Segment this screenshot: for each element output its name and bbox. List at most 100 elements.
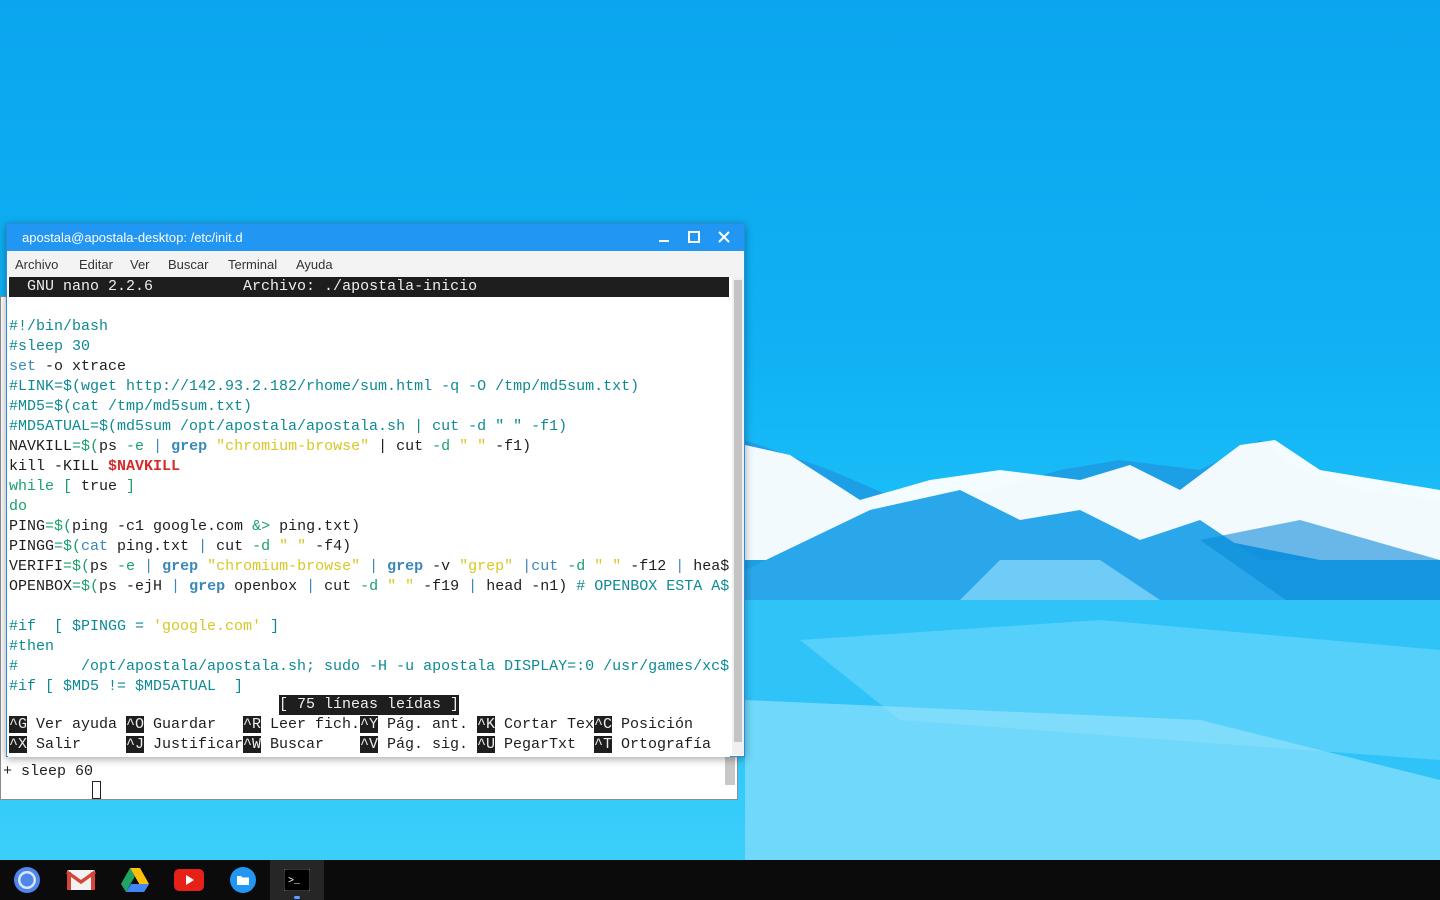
- shortcut-salir[interactable]: ^X Salir: [9, 735, 81, 755]
- files-icon[interactable]: [227, 864, 259, 896]
- code-token: -d: [252, 538, 271, 555]
- code-token: head -n1): [477, 578, 577, 595]
- nano-editor[interactable]: GNU nano 2.2.6 Archivo: ./apostala-inici…: [8, 277, 730, 757]
- shortcut-key: ^Y: [360, 716, 379, 733]
- shortcut-key: ^J: [126, 736, 145, 753]
- code-token: -d: [360, 578, 379, 595]
- code-token: PING: [9, 518, 46, 535]
- menu-editar[interactable]: Editar: [79, 257, 113, 272]
- shortcut-guardar[interactable]: ^O Guardar: [126, 715, 216, 735]
- shortcut-buscar[interactable]: ^W Buscar: [243, 735, 324, 755]
- code-line: do: [9, 498, 28, 515]
- terminal-icon-label: >_: [288, 876, 301, 887]
- code-line: VERIFI=$(ps -e | grep "chromium-browse" …: [9, 557, 729, 577]
- youtube-icon[interactable]: [173, 864, 205, 896]
- shortcut-justificar[interactable]: ^J Justificar: [126, 735, 243, 755]
- code-token: =$(: [63, 558, 91, 575]
- menu-terminal[interactable]: Terminal: [228, 257, 277, 272]
- shortcut-label: Ver ayuda: [36, 716, 118, 733]
- shortcut-ver-ayuda[interactable]: ^G Ver ayuda: [9, 715, 117, 735]
- close-button[interactable]: [713, 226, 735, 248]
- shortcut-cortar-texto[interactable]: ^K Cortar Tex: [477, 715, 594, 735]
- nano-version: GNU nano 2.2.6: [9, 278, 154, 295]
- maximize-icon: [688, 231, 700, 243]
- code-token: |: [675, 558, 685, 575]
- menu-ver[interactable]: Ver: [130, 257, 150, 272]
- shortcut-pagina-anterior[interactable]: ^Y Pág. ant.: [360, 715, 468, 735]
- code-line: PING=$(ping -c1 google.com &> ping.txt): [9, 517, 360, 537]
- shortcut-label: Cortar Tex: [504, 716, 595, 733]
- code-token: while: [9, 478, 55, 495]
- code-line: PINGG=$(cat ping.txt | cut -d " " -f4): [9, 537, 351, 557]
- code-line: #MD5ATUAL=$(md5sum /opt/apostala/apostal…: [9, 418, 568, 435]
- code-token: ping -c1 google.com: [72, 518, 253, 535]
- terminal-window[interactable]: apostala@apostala-desktop: /etc/init.d A…: [6, 223, 745, 757]
- shortcut-label: Ortografía: [621, 736, 712, 753]
- code-token: 'google.com': [153, 618, 262, 635]
- shortcut-ortografia[interactable]: ^T Ortografía: [594, 735, 711, 755]
- code-token: " ": [270, 538, 307, 555]
- code-token: -e: [117, 558, 136, 575]
- terminal-icon[interactable]: >_: [281, 864, 313, 896]
- menu-archivo[interactable]: Archivo: [15, 257, 58, 272]
- code-line: kill -KILL $NAVKILL: [9, 457, 180, 477]
- code-token: openbox: [225, 578, 307, 595]
- running-indicator: [294, 896, 300, 899]
- code-token: cut: [207, 538, 253, 555]
- code-token: cut: [315, 578, 361, 595]
- code-token: |: [198, 538, 208, 555]
- code-token: ps: [90, 558, 118, 575]
- code-token: NAVKILL: [9, 438, 73, 455]
- title-bar[interactable]: apostala@apostala-desktop: /etc/init.d: [7, 224, 744, 251]
- gmail-icon[interactable]: [65, 864, 97, 896]
- shortcut-key: ^W: [243, 736, 262, 753]
- scrollbar-thumb[interactable]: [734, 280, 742, 742]
- code-token: |: [144, 438, 172, 455]
- code-token: -d: [432, 438, 451, 455]
- code-token: =$(: [54, 538, 82, 555]
- code-token: -f12: [621, 558, 676, 575]
- shortcut-posicion[interactable]: ^C Posición: [594, 715, 693, 735]
- taskbar: >_: [0, 860, 1440, 900]
- code-token: |: [306, 578, 316, 595]
- code-token: -v: [423, 558, 460, 575]
- code-line: # /opt/apostala/apostala.sh; sudo -H -u …: [9, 658, 730, 675]
- shortcut-leer-fichero[interactable]: ^R Leer fich.: [243, 715, 360, 735]
- code-token: |: [468, 578, 478, 595]
- code-token: [: [54, 478, 82, 495]
- code-token: grep: [171, 438, 208, 455]
- scrollbar-thumb[interactable]: [725, 755, 735, 785]
- minimize-button[interactable]: [653, 226, 675, 248]
- code-token: -d: [567, 558, 586, 575]
- shortcut-label: Posición: [621, 716, 694, 733]
- code-token: -f4): [306, 538, 352, 555]
- code-token: =$(: [72, 578, 100, 595]
- code-token: PINGG: [9, 538, 55, 555]
- shortcut-key: ^C: [594, 716, 613, 733]
- code-token: kill -KILL: [9, 458, 109, 475]
- menu-ayuda[interactable]: Ayuda: [296, 257, 333, 272]
- shortcut-pagina-siguiente[interactable]: ^V Pág. sig.: [360, 735, 468, 755]
- code-token: |cut: [513, 558, 568, 575]
- code-token: ping.txt): [270, 518, 361, 535]
- code-token: true: [81, 478, 118, 495]
- code-line: #if [ $PINGG = 'google.com' ]: [9, 617, 279, 637]
- shortcut-key: ^K: [477, 716, 496, 733]
- code-token: OPENBOX: [9, 578, 73, 595]
- menu-buscar[interactable]: Buscar: [168, 257, 208, 272]
- shortcut-pegar-texto[interactable]: ^U PegarTxt: [477, 735, 576, 755]
- shortcut-key: ^V: [360, 736, 379, 753]
- code-token: -e: [126, 438, 145, 455]
- code-line: #!/bin/bash: [9, 318, 109, 335]
- code-token: -f19: [414, 578, 469, 595]
- chrome-icon[interactable]: [11, 864, 43, 896]
- status-message: [ 75 líneas leídas ]: [279, 695, 460, 715]
- drive-icon[interactable]: [119, 864, 151, 896]
- code-line: #if [ $MD5 != $MD5ATUAL ]: [9, 678, 244, 695]
- code-line: #MD5=$(cat /tmp/md5sum.txt): [9, 398, 253, 415]
- maximize-button[interactable]: [683, 226, 705, 248]
- code-token: grep: [162, 558, 199, 575]
- code-token: =$(: [72, 438, 100, 455]
- code-token: $NAVKILL: [108, 458, 181, 475]
- code-token: |: [360, 558, 388, 575]
